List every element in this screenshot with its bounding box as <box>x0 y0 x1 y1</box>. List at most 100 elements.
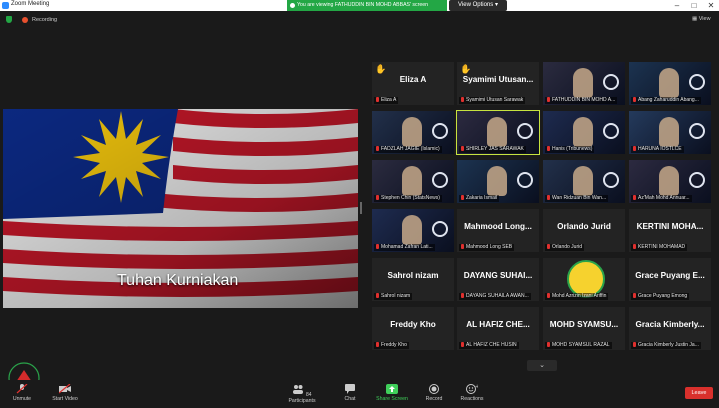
participant-name-label: Mohamad Zafran Lati... <box>374 244 435 251</box>
participant-tile[interactable]: Mahmood Long... Mahmood Long SEB <box>457 209 539 252</box>
svg-text:+: + <box>475 384 478 390</box>
participant-tile[interactable]: Zakaria Ismail <box>457 160 539 203</box>
participant-tile[interactable]: ✋ Syamimi Utusan... Syamimi Utusan Sarawak <box>457 62 539 105</box>
share-banner: You are viewing FATHUDDIN BIN MOHD ABBAS… <box>287 0 447 11</box>
participant-name-text: Mohamad Zafran Lati... <box>381 244 433 250</box>
participant-name-text: FATHUDDIN BIN MOHD A... <box>552 97 616 103</box>
participant-display-name: Orlando Jurid <box>557 222 611 231</box>
participant-name-text: Stephen Chin (StatsNews) <box>381 195 440 201</box>
security-shield-icon[interactable] <box>6 16 12 23</box>
leave-button[interactable]: Leave <box>685 387 713 399</box>
participant-name-text: Gracia Kimberly Justin Ja... <box>638 342 699 348</box>
participant-tile[interactable]: FATHUDDIN BIN MOHD A... <box>543 62 625 105</box>
reactions-button[interactable]: + Reactions <box>452 382 492 406</box>
virtual-background-logo <box>603 74 619 90</box>
participant-name-text: Freddy Kho <box>381 342 407 348</box>
share-screen-button[interactable]: Share Screen <box>372 382 412 406</box>
participant-name-label: MOHD SYAMSUL RAZAL <box>545 342 612 349</box>
participants-button[interactable]: 84 Participants <box>282 382 322 406</box>
participant-figure <box>659 166 679 196</box>
zoom-app-icon <box>2 2 9 9</box>
share-screen-icon <box>386 384 398 394</box>
record-button[interactable]: Record <box>414 382 454 406</box>
participant-tile[interactable]: Freddy Kho Freddy Kho <box>372 307 454 350</box>
muted-mic-icon <box>633 97 636 102</box>
participant-tile[interactable]: DAYANG SUHAI... DAYANG SUHAILA AWAN... <box>457 258 539 301</box>
participant-display-name: Syamimi Utusan... <box>462 75 534 84</box>
virtual-background-logo <box>432 123 448 139</box>
muted-mic-icon <box>547 146 550 151</box>
raised-hand-icon: ✋ <box>375 64 387 74</box>
participant-name-text: Mohd Azrizin Izani Ariffin <box>552 293 607 299</box>
share-status-icon <box>290 3 295 8</box>
minimize-icon[interactable]: – <box>669 0 685 11</box>
participant-name-label: SHIRLEY JAS SARAWAK <box>459 146 526 153</box>
muted-mic-icon <box>376 195 379 200</box>
participant-name-text: DAYANG SUHAILA AWAN... <box>466 293 529 299</box>
participant-name-label: Stephen Chin (StatsNews) <box>374 195 442 202</box>
participant-tile[interactable]: KERTINI MOHA... KERTINI MOHAMAD <box>629 209 711 252</box>
view-button[interactable]: ▦ View <box>692 16 711 22</box>
virtual-background-logo <box>689 123 705 139</box>
participant-tile[interactable]: MOHD SYAMSU... MOHD SYAMSUL RAZAL <box>543 307 625 350</box>
reactions-icon: + <box>466 384 478 394</box>
participant-name-text: Abang Zaharuddin Abang... <box>638 97 699 103</box>
maximize-icon[interactable]: □ <box>686 0 702 11</box>
muted-mic-icon <box>461 146 464 151</box>
virtual-background-logo <box>689 172 705 188</box>
muted-mic-icon <box>633 293 636 298</box>
participant-figure <box>487 166 507 196</box>
participants-icon <box>293 385 304 394</box>
participant-name-label: Orlando Jurid <box>545 244 585 251</box>
participant-tile[interactable]: Gracia Kimberly... Gracia Kimberly Justin… <box>629 307 711 350</box>
participant-tile[interactable]: HARUNA IOSTLCE <box>629 111 711 154</box>
participant-tile[interactable]: Az'Mah Mohd Annuar... <box>629 160 711 203</box>
participant-name-label: Az'Mah Mohd Annuar... <box>631 195 692 202</box>
muted-mic-icon <box>633 342 636 347</box>
participant-name-label: Mohd Azrizin Izani Ariffin <box>545 293 609 300</box>
participant-tile[interactable]: Stephen Chin (StatsNews) <box>372 160 454 203</box>
participant-name-label: FATHUDDIN BIN MOHD A... <box>545 97 618 104</box>
panel-resize-handle[interactable] <box>360 202 362 214</box>
participant-tile[interactable]: SHIRLEY JAS SARAWAK <box>456 110 540 155</box>
participant-tile[interactable]: Mohd Azrizin Izani Ariffin <box>543 258 625 301</box>
participant-figure <box>659 68 679 98</box>
participant-tile[interactable]: Hanis (Tribunews) <box>543 111 625 154</box>
muted-mic-icon <box>461 244 464 249</box>
participant-tile[interactable]: Orlando Jurid Orlando Jurid <box>543 209 625 252</box>
participant-name-label: DAYANG SUHAILA AWAN... <box>459 293 531 300</box>
participant-tile[interactable]: Abang Zaharuddin Abang... <box>629 62 711 105</box>
chat-button[interactable]: Chat <box>330 382 370 406</box>
participant-tile[interactable]: Grace Puyang E... Grace Puyang Emong <box>629 258 711 301</box>
view-options-button[interactable]: View Options ▾ <box>449 0 507 11</box>
participant-tile[interactable]: Wan Ridzuan Bin Wan... <box>543 160 625 203</box>
participant-name-text: Hanis (Tribunews) <box>552 146 593 152</box>
participant-name-text: Az'Mah Mohd Annuar... <box>638 195 690 201</box>
participant-tile[interactable]: ✋ Eliza A Eliza A <box>372 62 454 105</box>
participant-name-text: FADZLAH JAGIE (Islamic) <box>381 146 440 152</box>
participant-tile[interactable]: Mohamad Zafran Lati... <box>372 209 454 252</box>
muted-mic-icon <box>376 97 379 102</box>
recording-dot-icon <box>22 17 28 23</box>
participant-name-text: Syamimi Utusan Sarawak <box>466 97 524 103</box>
participant-tile[interactable]: Sahrol nizam Sahrol nizam <box>372 258 454 301</box>
muted-mic-icon <box>633 146 636 151</box>
participant-tile[interactable]: FADZLAH JAGIE (Islamic) <box>372 111 454 154</box>
participant-figure <box>573 166 593 196</box>
participant-name-label: Wan Ridzuan Bin Wan... <box>545 195 609 202</box>
participant-name-text: Mahmood Long SEB <box>466 244 513 250</box>
gallery-scroll-down-button[interactable]: ⌄ <box>527 360 557 371</box>
participant-name-label: Syamimi Utusan Sarawak <box>459 97 526 104</box>
virtual-background-logo <box>517 123 533 139</box>
unmute-button[interactable]: Unmute <box>2 382 42 406</box>
muted-mic-icon <box>547 293 550 298</box>
participant-display-name: Eliza A <box>399 75 427 84</box>
start-video-button[interactable]: Start Video <box>45 382 85 406</box>
participant-tile[interactable]: AL HAFIZ CHE... AL HAFIZ CHE HUSIN <box>457 307 539 350</box>
muted-mic-icon <box>16 384 28 394</box>
participant-display-name: AL HAFIZ CHE... <box>466 320 530 329</box>
participant-name-text: HARUNA IOSTLCE <box>638 146 682 152</box>
participant-figure <box>659 117 679 147</box>
participant-name-label: Gracia Kimberly Justin Ja... <box>631 342 701 349</box>
close-icon[interactable]: ✕ <box>703 0 719 11</box>
